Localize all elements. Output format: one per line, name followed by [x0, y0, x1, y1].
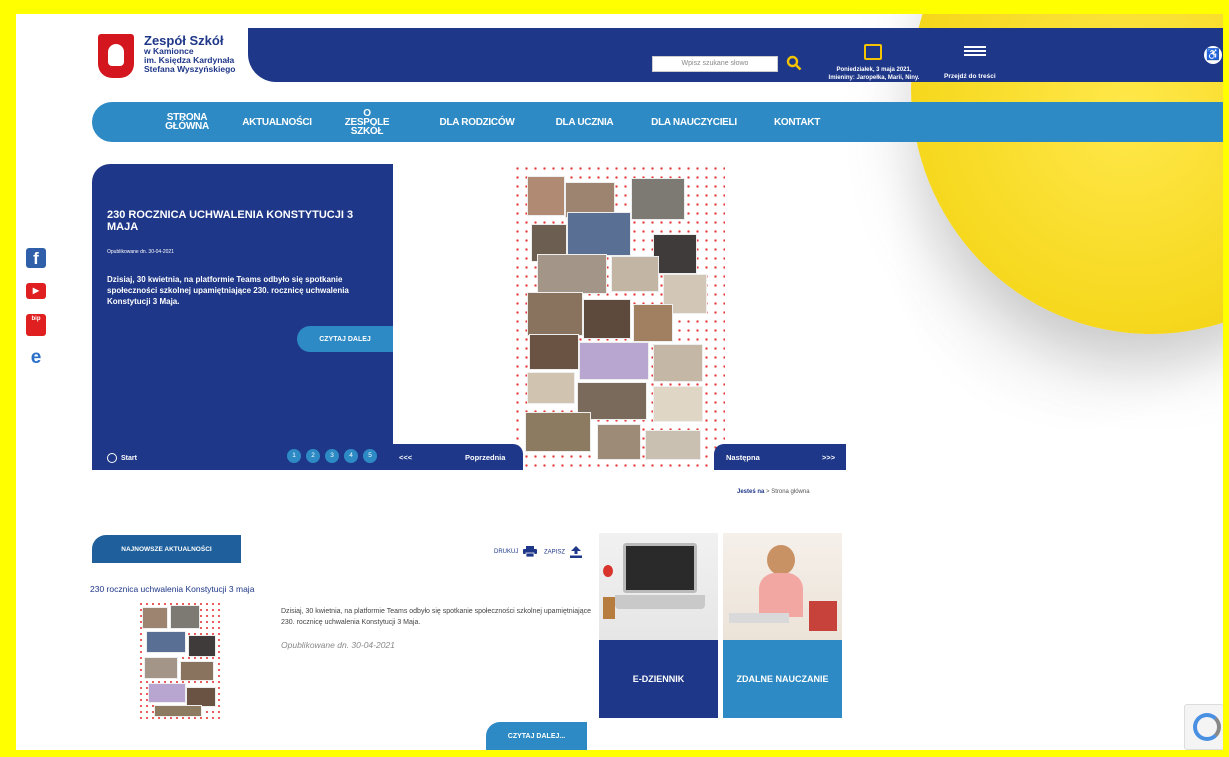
- read-more-button[interactable]: CZYTAJ DALEJ: [297, 326, 393, 352]
- print-button[interactable]: DRUKUJ: [494, 546, 538, 558]
- printer-icon: [523, 546, 538, 558]
- nav-item-home[interactable]: STRONA GŁÓWNA: [152, 102, 222, 142]
- header-bar: Wpisz szukane słowo Poniedziałek, 3 maja…: [248, 28, 1223, 82]
- news-item-text: Dzisiaj, 30 kwietnia, na platformie Team…: [281, 608, 591, 626]
- logo-line: Stefana Wyszyńskiego: [144, 64, 236, 74]
- slider-page-button[interactable]: 4: [344, 449, 358, 463]
- slider-page-button[interactable]: 1: [287, 449, 301, 463]
- nav-item-about[interactable]: O ZESPOLE SZKÓŁ: [342, 102, 392, 142]
- nav-item-teachers[interactable]: DLA NAUCZYCIELI: [645, 102, 743, 142]
- nav-item-news[interactable]: AKTUALNOŚCI: [237, 102, 317, 142]
- hero-title[interactable]: 230 ROCZNICA UCHWALENIA KONSTYTUCJI 3 MA…: [107, 209, 367, 233]
- coat-of-arms-icon: [98, 34, 134, 78]
- calendar-icon: [864, 44, 882, 60]
- save-label: ZAPISZ: [544, 549, 566, 556]
- breadcrumb-current[interactable]: Strona główna: [771, 489, 809, 495]
- recaptcha-badge[interactable]: [1184, 704, 1223, 750]
- main-nav: STRONA GŁÓWNA AKTUALNOŚCI O ZESPOLE SZKÓ…: [92, 102, 1223, 142]
- slider-prev-button[interactable]: <<< Poprzednia: [393, 444, 523, 470]
- remote-learning-tile[interactable]: ZDALNE NAUCZANIE: [723, 533, 842, 718]
- facebook-icon[interactable]: f: [26, 248, 46, 268]
- bip-icon[interactable]: bip: [26, 314, 46, 336]
- search-icon[interactable]: [786, 55, 802, 71]
- hero-text: Dzisiaj, 30 kwietnia, na platformie Team…: [107, 275, 349, 306]
- date-line: Poniedziałek, 3 maja 2021,: [836, 67, 912, 73]
- next-label: Następna: [726, 453, 760, 462]
- accessibility-icon[interactable]: ♿: [1204, 46, 1222, 64]
- news-read-more-button[interactable]: CZYTAJ DALEJ...: [486, 722, 587, 750]
- e-diary-tile[interactable]: E-DZIENNIK: [599, 533, 718, 718]
- slider-page-button[interactable]: 2: [306, 449, 320, 463]
- slider-next-button[interactable]: Następna >>>: [714, 444, 846, 470]
- start-label: Start: [121, 454, 137, 462]
- latest-news-tab[interactable]: NAJNOWSZE AKTUALNOŚCI: [92, 535, 241, 563]
- news-item-thumbnail[interactable]: [138, 601, 222, 719]
- remote-learning-label: ZDALNE NAUCZANIE: [723, 640, 842, 718]
- save-button[interactable]: ZAPISZ: [544, 546, 582, 558]
- slider-page-button[interactable]: 3: [325, 449, 339, 463]
- laptop-image: [599, 533, 718, 640]
- hero-date: Opublikowane dn. 30-04-2021: [107, 249, 174, 255]
- upload-icon: [569, 546, 582, 558]
- play-icon: [107, 453, 117, 463]
- search-input[interactable]: Wpisz szukane słowo: [652, 56, 778, 72]
- skip-to-content-link[interactable]: Przejdź do treści: [944, 73, 996, 80]
- news-item-date: Opublikowane dn. 30-04-2021: [281, 640, 395, 650]
- school-logo[interactable]: Zespół Szkół w Kamionce im. Księdza Kard…: [94, 30, 274, 80]
- breadcrumb: Jesteś na > Strona główna: [737, 489, 810, 495]
- prev-arrows: <<<: [399, 453, 413, 462]
- prev-label: Poprzednia: [465, 453, 506, 462]
- slider-start-button[interactable]: Start: [107, 453, 137, 463]
- nav-item-contact[interactable]: KONTAKT: [767, 102, 827, 142]
- page: Wpisz szukane słowo Poniedziałek, 3 maja…: [16, 14, 1223, 750]
- nav-item-students[interactable]: DLA UCZNIA: [547, 102, 622, 142]
- news-item-title[interactable]: 230 rocznica uchwalenia Konstytucji 3 ma…: [90, 584, 254, 594]
- next-arrows: >>>: [822, 453, 836, 462]
- girl-with-laptop-image: [723, 533, 842, 640]
- youtube-icon[interactable]: ▶: [26, 283, 46, 299]
- breadcrumb-prefix: Jesteś na: [737, 489, 765, 495]
- slider-page-button[interactable]: 5: [363, 449, 377, 463]
- nameday-line: Imieniny: Jaropełka, Marii, Niny.: [828, 75, 920, 81]
- hero-slide-panel: 230 ROCZNICA UCHWALENIA KONSTYTUCJI 3 MA…: [92, 164, 393, 470]
- skip-content-icon[interactable]: [964, 46, 986, 60]
- slider-image: [513, 164, 725, 470]
- nav-item-parents[interactable]: DLA RODZICÓW: [432, 102, 522, 142]
- e-diary-label: E-DZIENNIK: [599, 640, 718, 718]
- date-display: Poniedziałek, 3 maja 2021, Imieniny: Jar…: [811, 66, 937, 82]
- e-service-icon[interactable]: e: [26, 348, 46, 369]
- print-label: DRUKUJ: [494, 549, 519, 556]
